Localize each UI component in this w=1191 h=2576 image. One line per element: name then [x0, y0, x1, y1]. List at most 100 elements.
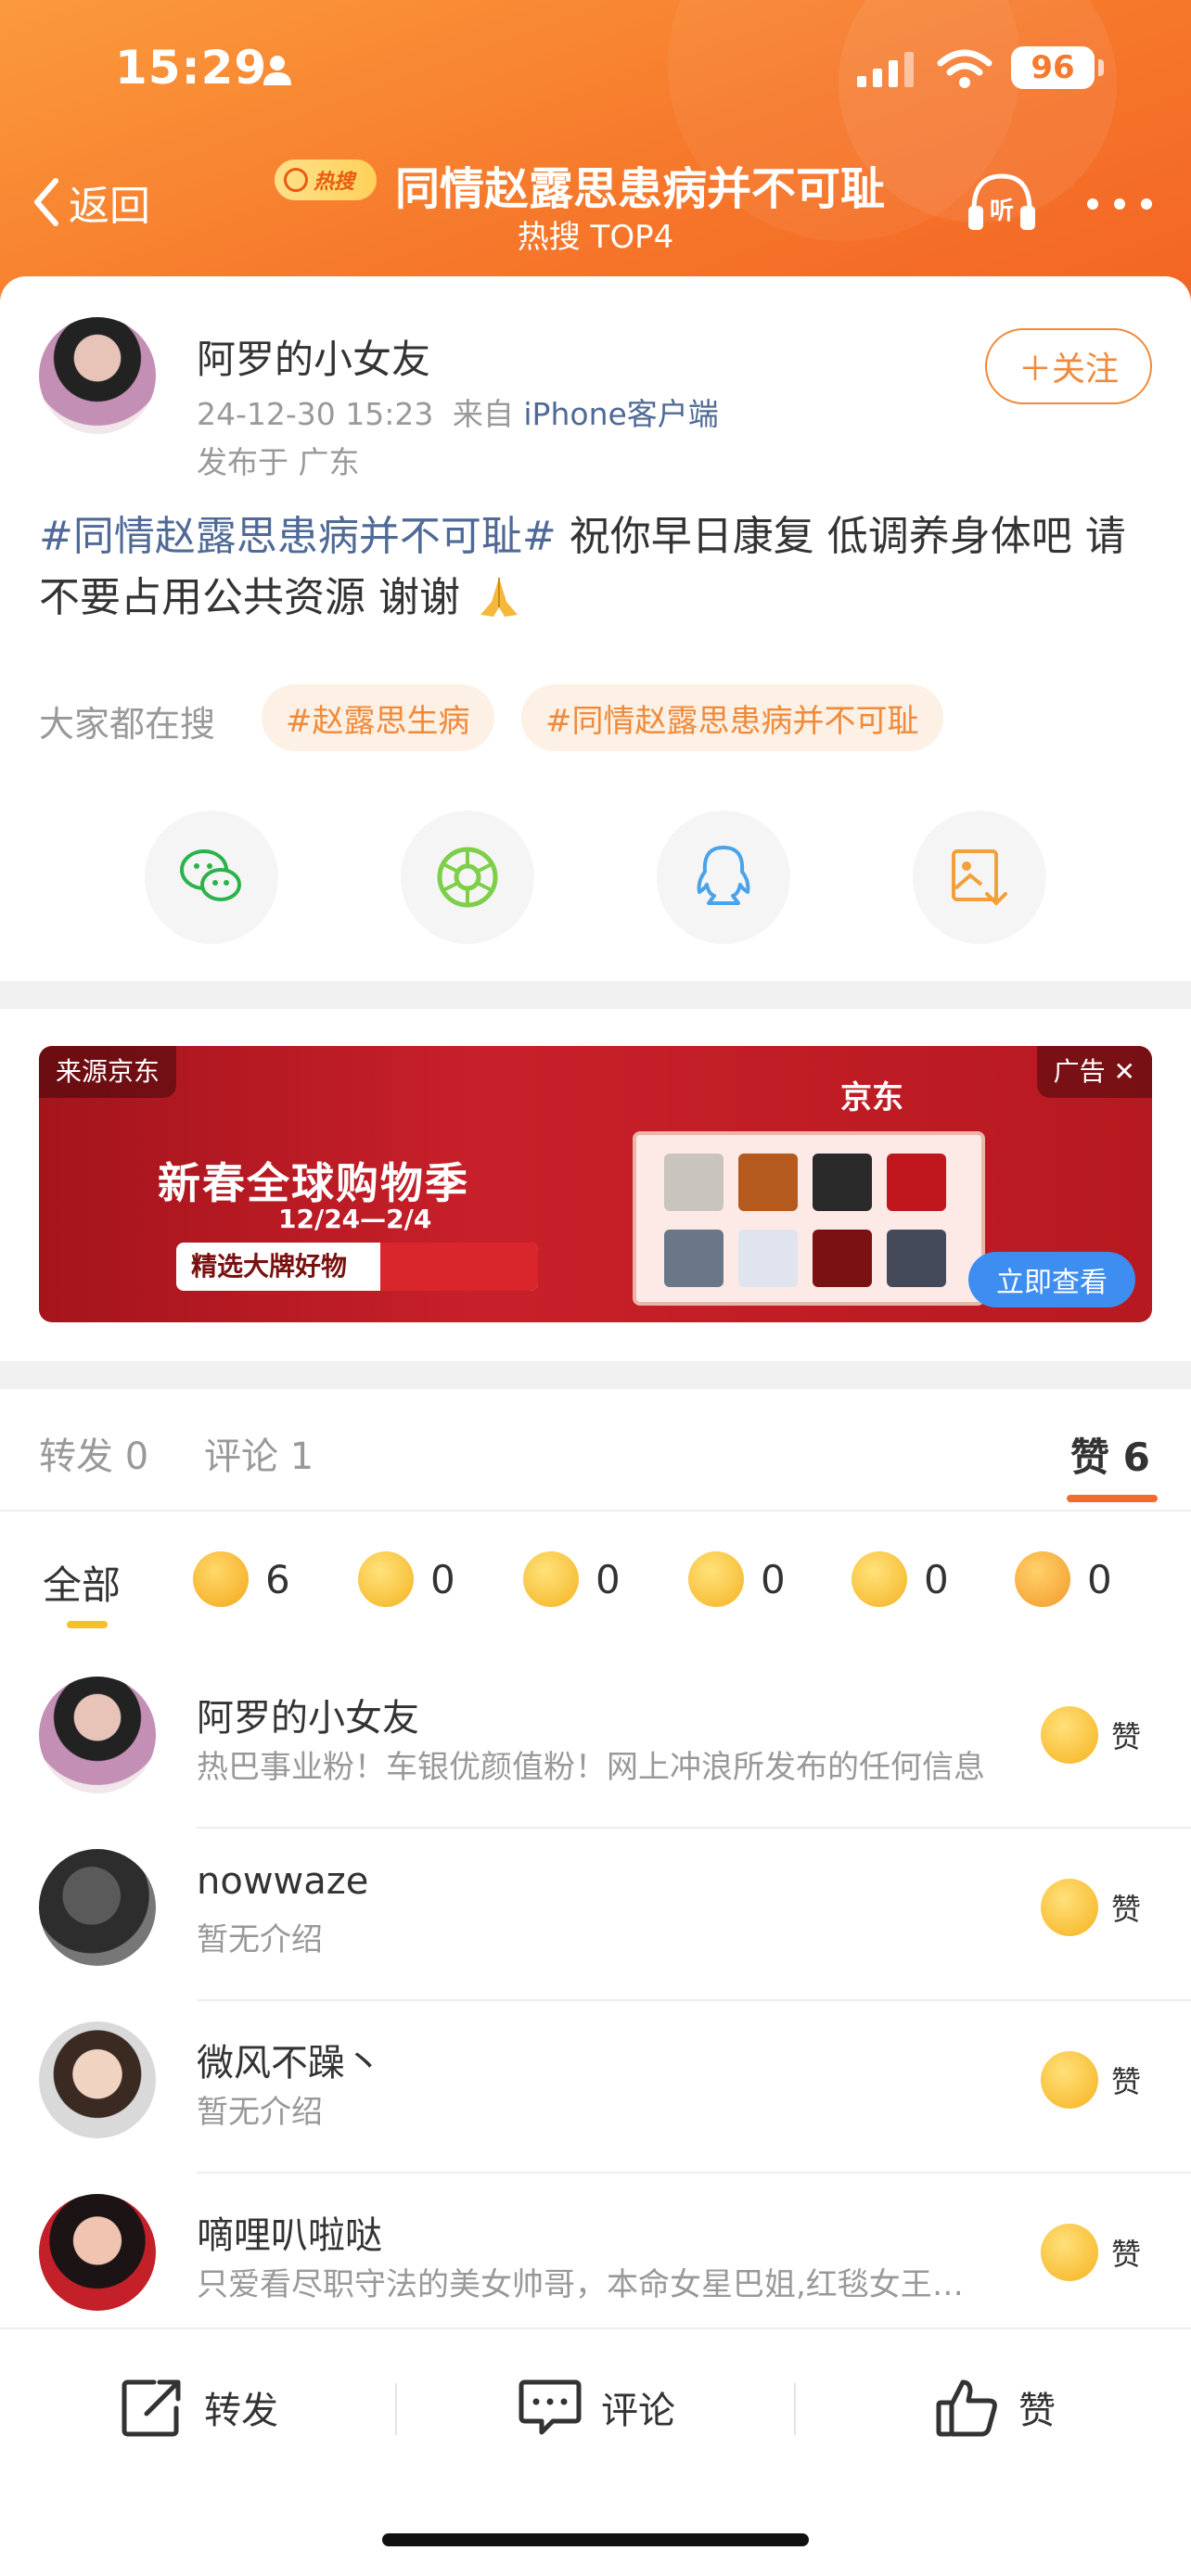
- status-time: 15:29: [115, 41, 268, 95]
- thumbs-up-icon: [193, 1551, 249, 1607]
- thumbs-up-icon: [1041, 1879, 1098, 1936]
- like-button[interactable]: 赞: [1041, 2224, 1141, 2281]
- repost-button[interactable]: 转发: [121, 2370, 278, 2444]
- ad-pill: 精选大牌好物: [176, 1243, 538, 1291]
- avatar[interactable]: [39, 2194, 156, 2311]
- thumbs-up-icon: [1041, 2224, 1098, 2281]
- author-avatar[interactable]: [39, 317, 156, 434]
- list-item[interactable]: 阿罗的小女友 热巴事业粉！车银优颜值粉！网上冲浪所发布的任何信息 赞: [0, 1656, 1191, 1829]
- signal-icon: [857, 52, 914, 87]
- comment-button[interactable]: 评论: [518, 2370, 675, 2444]
- liker-name[interactable]: nowwaze: [197, 1860, 368, 1903]
- reaction-count: 0: [1087, 1556, 1112, 1602]
- heart-icon: [852, 1551, 907, 1607]
- more-options-button[interactable]: [1087, 185, 1152, 223]
- svg-text:听: 听: [990, 198, 1014, 225]
- jd-ad-banner[interactable]: 来源京东 广告 ✕ 新春全球购物季 12/24—2/4 精选大牌好物 京东 立即…: [39, 1046, 1152, 1322]
- bottom-divider: [395, 2383, 397, 2435]
- share-moments-button[interactable]: [401, 810, 534, 944]
- avatar[interactable]: [39, 1849, 156, 1966]
- avatar[interactable]: [39, 2021, 156, 2138]
- liker-name[interactable]: 阿罗的小女友: [197, 1688, 419, 1741]
- ad-cta-button[interactable]: 立即查看: [968, 1252, 1135, 1307]
- bottom-divider: [794, 2383, 796, 2435]
- list-item[interactable]: nowwaze 暂无介绍 赞: [0, 1829, 1191, 2001]
- save-image-icon: [952, 849, 1007, 906]
- thumbs-up-icon: [1041, 1706, 1098, 1764]
- ad-source-label: 来源京东: [39, 1046, 177, 1098]
- thumbs-up-outline-icon: [936, 2379, 997, 2437]
- dot-icon: [1114, 198, 1125, 210]
- thumbs-up-icon: [1041, 2051, 1098, 2109]
- avatar[interactable]: [39, 1677, 156, 1793]
- repost-icon: [122, 2379, 181, 2437]
- reaction-count: 6: [265, 1556, 290, 1602]
- blush-icon: [1015, 1551, 1070, 1607]
- hot-badge-label: 热搜: [314, 171, 355, 194]
- ad-close-button[interactable]: 广告 ✕: [1036, 1046, 1152, 1098]
- list-item[interactable]: 微风不躁丶 暂无介绍 赞: [0, 2001, 1191, 2174]
- reaction-filter-all[interactable]: 全部: [43, 1554, 121, 1611]
- post-card: 阿罗的小女友 24-12-30 15:23 来自 iPhone客户端 发布于 广…: [0, 276, 1191, 981]
- search-chip[interactable]: #同情赵露思患病并不可耻: [521, 684, 943, 751]
- ad-product-image: [738, 1230, 798, 1287]
- author-name[interactable]: 阿罗的小女友: [197, 328, 430, 385]
- tabs-divider: [0, 1510, 1191, 1511]
- repost-label: 转发: [204, 2390, 278, 2432]
- surprised-icon: [523, 1551, 579, 1607]
- reaction-filter-laughing[interactable]: 0: [358, 1550, 455, 1608]
- person-icon: [263, 56, 291, 85]
- tab-active-indicator: [1067, 1495, 1158, 1502]
- like-label: 赞: [1111, 1719, 1142, 1754]
- share-wechat-button[interactable]: [145, 810, 278, 944]
- reaction-filter-blush[interactable]: 0: [1015, 1550, 1112, 1608]
- share-qq-button[interactable]: [657, 810, 790, 944]
- wechat-icon: [180, 849, 241, 901]
- ad-product-image: [887, 1230, 946, 1287]
- section-separator: [0, 981, 1191, 1009]
- ad-product-image: [813, 1154, 872, 1211]
- page-title: 同情赵露思患病并不可耻: [395, 163, 886, 215]
- ad-pill-accent: [380, 1243, 538, 1291]
- reaction-count: 0: [761, 1556, 786, 1602]
- battery-tip: [1098, 59, 1104, 76]
- save-image-button[interactable]: [913, 810, 1046, 944]
- reaction-count: 0: [924, 1556, 949, 1602]
- like-button[interactable]: 赞: [1041, 1706, 1141, 1764]
- search-chip[interactable]: #赵露思生病: [262, 684, 494, 751]
- everyone-searching-label: 大家都在搜: [39, 704, 216, 745]
- liker-desc: 暂无介绍: [197, 1921, 323, 1958]
- tab-repost[interactable]: 转发 0: [39, 1426, 148, 1480]
- reaction-filter-surprised[interactable]: 0: [523, 1550, 621, 1608]
- wifi-icon: [937, 49, 992, 88]
- dot-icon: [1141, 198, 1152, 210]
- reaction-filter-thumbs-up[interactable]: 6: [193, 1550, 290, 1608]
- liker-desc: 暂无介绍: [197, 2094, 323, 2131]
- battery-level: 96: [1011, 46, 1095, 89]
- post-location: 发布于 广东: [197, 444, 360, 480]
- post-hashtag-link[interactable]: #同情赵露思患病并不可耻#: [39, 513, 557, 560]
- like-button[interactable]: 赞: [1041, 2051, 1141, 2109]
- reaction-filter-heart[interactable]: 0: [852, 1550, 949, 1608]
- post-source[interactable]: iPhone客户端: [523, 396, 718, 432]
- tab-likes[interactable]: 赞 6: [1070, 1426, 1150, 1483]
- like-button[interactable]: 赞: [1041, 1879, 1141, 1936]
- ad-brand: 京东: [840, 1079, 903, 1116]
- list-item[interactable]: 嘀哩叭啦哒 只爱看尽职守法的美女帅哥，本命女星巴姐,红毯女王宇宙第一 赞: [0, 2174, 1191, 2346]
- laughing-icon: [358, 1551, 414, 1607]
- liker-name[interactable]: 嘀哩叭啦哒: [197, 2205, 382, 2259]
- reaction-filter-sad[interactable]: 0: [688, 1550, 786, 1608]
- like-label: 赞: [1111, 1892, 1142, 1927]
- listen-icon[interactable]: 听: [965, 169, 1039, 234]
- follow-button[interactable]: ＋关注: [985, 328, 1152, 404]
- reaction-count: 0: [596, 1556, 621, 1602]
- liker-name[interactable]: 微风不躁丶: [197, 2033, 382, 2086]
- moments-icon: [437, 847, 498, 908]
- like-post-button[interactable]: 赞: [935, 2370, 1056, 2444]
- like-label: 赞: [1111, 2064, 1142, 2099]
- tab-comments[interactable]: 评论 1: [204, 1426, 314, 1480]
- hot-search-badge: 热搜: [275, 159, 377, 200]
- liker-desc: 热巴事业粉！车银优颜值粉！网上冲浪所发布的任何信息: [197, 1749, 985, 1786]
- like-post-label: 赞: [1018, 2390, 1056, 2432]
- post-body: #同情赵露思患病并不可耻# 祝你早日康复 低调养身体吧 请不要占用公共资源 谢谢: [39, 506, 1152, 629]
